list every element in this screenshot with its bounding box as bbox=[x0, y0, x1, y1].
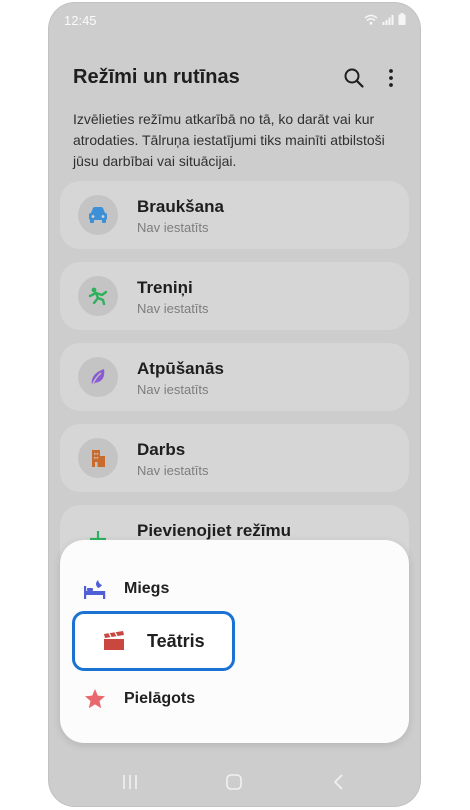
mode-card-driving[interactable]: Braukšana Nav iestatīts bbox=[60, 181, 409, 249]
mode-status: Nav iestatīts bbox=[137, 301, 209, 316]
leaf-icon bbox=[91, 369, 105, 387]
home-button[interactable] bbox=[225, 773, 243, 796]
page-title: Režīmi un rutīnas bbox=[73, 66, 240, 88]
status-time: 12:45 bbox=[64, 13, 97, 28]
mode-status: Nav iestatīts bbox=[137, 463, 209, 478]
sheet-item-custom[interactable]: Pielāgots bbox=[82, 688, 195, 710]
battery-icon bbox=[398, 13, 406, 25]
mode-name: Atpūšanās bbox=[137, 359, 224, 378]
mode-card-workouts[interactable]: Treniņi Nav iestatīts bbox=[60, 262, 409, 330]
mode-status: Nav iestatīts bbox=[137, 382, 209, 397]
phone-screen: 12:45 Režīmi un rutīnas Izvēlieties režī… bbox=[49, 3, 420, 806]
sheet-icon bbox=[82, 578, 108, 600]
mode-card-relax[interactable]: Atpūšanās Nav iestatīts bbox=[60, 343, 409, 411]
car-icon bbox=[89, 207, 107, 223]
mode-name: Braukšana bbox=[137, 197, 224, 216]
navigation-bar bbox=[49, 763, 420, 806]
mode-icon-circle bbox=[78, 276, 118, 316]
back-button[interactable] bbox=[330, 773, 348, 796]
add-mode-label: Pievienojiet režīmu bbox=[137, 521, 291, 540]
mode-card-work[interactable]: Darbs Nav iestatīts bbox=[60, 424, 409, 492]
mode-icon-circle bbox=[78, 357, 118, 397]
clapperboard-icon bbox=[104, 631, 124, 650]
wifi-icon bbox=[364, 14, 378, 25]
sheet-item-theater[interactable]: Teātris bbox=[72, 611, 235, 671]
sheet-item-label: Teātris bbox=[147, 630, 205, 651]
recent-apps-button[interactable] bbox=[121, 773, 139, 796]
star-icon bbox=[85, 689, 105, 709]
mode-icon-circle bbox=[78, 195, 118, 235]
sheet-item-label: Miegs bbox=[124, 580, 170, 597]
status-icons bbox=[364, 13, 406, 25]
mode-status: Nav iestatīts bbox=[137, 220, 209, 235]
running-person-icon bbox=[88, 287, 108, 306]
home-icon bbox=[226, 774, 242, 790]
more-vertical-icon bbox=[389, 69, 393, 87]
status-bar: 12:45 bbox=[49, 3, 420, 37]
mode-name: Darbs bbox=[137, 440, 186, 459]
search-icon bbox=[344, 68, 364, 88]
bed-moon-icon bbox=[84, 580, 106, 599]
back-icon bbox=[333, 774, 343, 790]
recent-apps-icon bbox=[123, 775, 137, 789]
sheet-icon bbox=[82, 688, 108, 710]
sheet-icon bbox=[101, 630, 127, 652]
mode-options-sheet: Miegs Teātris Pielāgots bbox=[60, 540, 409, 743]
mode-name: Treniņi bbox=[137, 278, 193, 297]
search-button[interactable] bbox=[342, 66, 366, 90]
mode-icon-circle bbox=[78, 438, 118, 478]
page-description: Izvēlieties režīmu atkarībā no tā, ko da… bbox=[73, 111, 385, 169]
sheet-item-label: Pielāgots bbox=[124, 690, 196, 707]
more-options-button[interactable] bbox=[384, 66, 398, 90]
signal-icon bbox=[382, 14, 394, 25]
building-icon bbox=[92, 450, 105, 467]
sheet-item-sleep[interactable]: Miegs bbox=[82, 578, 169, 600]
